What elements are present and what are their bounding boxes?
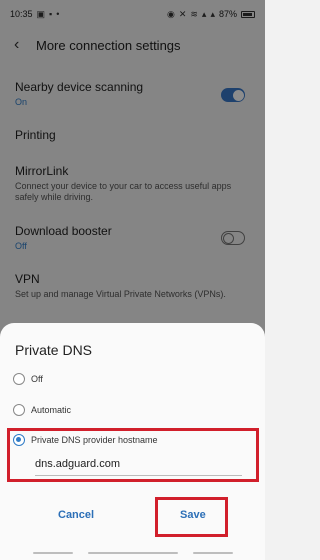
option-label: Off	[31, 374, 43, 384]
cancel-button[interactable]: Cancel	[58, 509, 94, 521]
option-hostname[interactable]: Private DNS provider hostname	[13, 434, 158, 446]
radio-automatic[interactable]	[13, 404, 25, 416]
hostname-input[interactable]: dns.adguard.com	[35, 458, 120, 470]
nav-bar-left	[33, 552, 73, 554]
option-label: Private DNS provider hostname	[31, 435, 158, 445]
hostname-underline	[35, 475, 242, 476]
radio-hostname[interactable]	[13, 434, 25, 446]
settings-screen: 10:35 ▣ ▪ • ◉ ✕ ≋ ▴ ▴ 87% ‹ More connect…	[0, 0, 265, 560]
option-off[interactable]: Off	[13, 373, 43, 385]
dialog-title: Private DNS	[15, 342, 93, 358]
option-automatic[interactable]: Automatic	[13, 404, 71, 416]
radio-off[interactable]	[13, 373, 25, 385]
nav-bar-right	[193, 552, 233, 554]
save-button[interactable]: Save	[180, 509, 206, 521]
nav-bar-home[interactable]	[88, 552, 178, 554]
private-dns-dialog: Private DNS Off Automatic Private DNS pr…	[0, 323, 265, 560]
option-label: Automatic	[31, 405, 72, 415]
